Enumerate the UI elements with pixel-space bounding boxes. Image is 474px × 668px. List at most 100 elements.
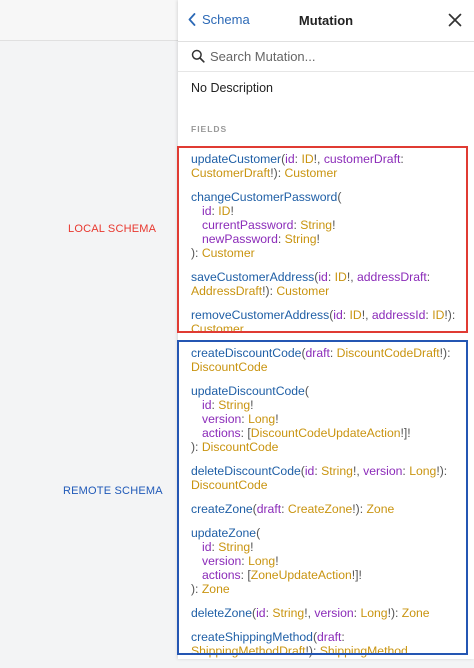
type-link[interactable]: String xyxy=(300,218,332,232)
doc-explorer-panel: Schema Mutation No Description FIELDS up… xyxy=(178,0,474,659)
search-input[interactable] xyxy=(210,48,450,64)
argument-name: id xyxy=(256,606,266,620)
field-name[interactable]: removeCustomerAddress xyxy=(191,308,329,322)
search-icon xyxy=(191,49,205,63)
mutation-field[interactable]: updateCustomer(id: ID!, customerDraft: Cu… xyxy=(191,152,466,180)
punctuation: !]! xyxy=(351,568,362,582)
mutation-field[interactable]: createDiscountCode(draft: DiscountCodeDr… xyxy=(191,346,466,374)
punctuation: ): xyxy=(191,582,202,596)
field-name[interactable]: updateCustomer xyxy=(191,152,281,166)
type-link[interactable]: DiscountCode xyxy=(202,440,279,454)
close-icon[interactable] xyxy=(448,13,462,27)
signature-line: ): Zone xyxy=(191,582,466,596)
type-link[interactable]: Customer xyxy=(284,166,337,180)
argument-name: draft xyxy=(317,630,342,644)
punctuation: !): xyxy=(352,502,367,516)
type-link[interactable]: Zone xyxy=(202,582,230,596)
argument-name: addressDraft xyxy=(356,270,427,284)
type-link[interactable]: ID xyxy=(432,308,444,322)
type-link[interactable]: Long xyxy=(248,554,275,568)
punctuation: !]! xyxy=(400,426,411,440)
field-name[interactable]: deleteDiscountCode xyxy=(191,464,301,478)
type-link[interactable]: Customer xyxy=(276,284,329,298)
mutation-field[interactable]: removeCustomerAddress(id: ID!, addressId… xyxy=(191,308,466,336)
argument-name: newPassword xyxy=(202,232,278,246)
type-link[interactable]: ID xyxy=(335,270,347,284)
signature-line: id: String! xyxy=(191,398,466,412)
type-link[interactable]: Customer xyxy=(202,246,255,260)
signature-line: saveCustomerAddress(id: ID!, addressDraf… xyxy=(191,270,466,284)
punctuation: : xyxy=(329,346,337,360)
argument-name: id xyxy=(318,270,328,284)
type-link[interactable]: Long xyxy=(360,606,387,620)
signature-line: createDiscountCode(draft: DiscountCodeDr… xyxy=(191,346,466,360)
argument-name: draft xyxy=(256,502,282,516)
argument-name: currentPassword xyxy=(202,218,294,232)
argument-name: customerDraft xyxy=(323,152,401,166)
type-link[interactable]: ShippingMethodDraft xyxy=(191,644,306,658)
type-link[interactable]: Customer xyxy=(191,322,244,336)
signature-line: DiscountCode xyxy=(191,478,466,492)
type-link[interactable]: String xyxy=(218,398,250,412)
type-link[interactable]: Long xyxy=(409,464,436,478)
argument-name: version xyxy=(202,554,242,568)
chevron-left-icon xyxy=(188,13,196,26)
punctuation: ! xyxy=(230,204,234,218)
signature-line: actions: [DiscountCodeUpdateAction!]! xyxy=(191,426,466,440)
type-link[interactable]: String xyxy=(321,464,353,478)
signature-line: actions: [ZoneUpdateAction!]! xyxy=(191,568,466,582)
field-name[interactable]: saveCustomerAddress xyxy=(191,270,314,284)
type-link[interactable]: Zone xyxy=(402,606,430,620)
type-link[interactable]: DiscountCode xyxy=(191,360,268,374)
argument-name: version xyxy=(363,464,403,478)
punctuation: ! xyxy=(250,540,254,554)
punctuation: !): xyxy=(387,606,402,620)
type-link[interactable]: String xyxy=(285,232,317,246)
back-to-schema-button[interactable]: Schema xyxy=(188,12,250,27)
type-link[interactable]: ZoneUpdateAction xyxy=(251,568,352,582)
mutation-field[interactable]: createShippingMethod(draft: ShippingMetho… xyxy=(191,630,466,658)
type-link[interactable]: ID xyxy=(301,152,313,166)
signature-line: ): DiscountCode xyxy=(191,440,466,454)
mutation-field[interactable]: saveCustomerAddress(id: ID!, addressDraf… xyxy=(191,270,466,298)
signature-line: createZone(draft: CreateZone!): Zone xyxy=(191,502,466,516)
punctuation: !): xyxy=(444,308,456,322)
punctuation: ): xyxy=(191,440,202,454)
field-name[interactable]: createZone xyxy=(191,502,253,516)
field-name[interactable]: updateDiscountCode xyxy=(191,384,305,398)
type-link[interactable]: DiscountCodeDraft xyxy=(337,346,440,360)
field-name[interactable]: deleteZone xyxy=(191,606,252,620)
type-link[interactable]: Long xyxy=(248,412,275,426)
punctuation: ! xyxy=(275,554,279,568)
type-link[interactable]: CustomerDraft xyxy=(191,166,270,180)
type-link[interactable]: String xyxy=(218,540,250,554)
signature-line: currentPassword: String! xyxy=(191,218,466,232)
mutation-field[interactable]: updateDiscountCode(id: String! version: L… xyxy=(191,384,466,454)
argument-name: id xyxy=(202,398,212,412)
mutation-field[interactable]: createZone(draft: CreateZone!): Zone xyxy=(191,502,466,516)
field-name[interactable]: createShippingMethod xyxy=(191,630,313,644)
field-name[interactable]: updateZone xyxy=(191,526,256,540)
argument-name: version xyxy=(314,606,354,620)
type-link[interactable]: CreateZone xyxy=(288,502,352,516)
punctuation: : xyxy=(342,308,350,322)
type-link[interactable]: ID xyxy=(350,308,362,322)
field-name[interactable]: changeCustomerPassword xyxy=(191,190,337,204)
mutation-field[interactable]: deleteZone(id: String!, version: Long!):… xyxy=(191,606,466,620)
type-link[interactable]: DiscountCode xyxy=(191,478,268,492)
type-link[interactable]: AddressDraft xyxy=(191,284,262,298)
mutation-field[interactable]: updateZone(id: String! version: Long! acti… xyxy=(191,526,466,596)
mutation-field[interactable]: changeCustomerPassword(id: ID! currentPas… xyxy=(191,190,466,260)
signature-line: updateDiscountCode( xyxy=(191,384,466,398)
type-link[interactable]: Zone xyxy=(366,502,394,516)
type-link[interactable]: ShippingMethod xyxy=(320,644,408,658)
punctuation: ! xyxy=(332,218,336,232)
remote-schema-label: REMOTE SCHEMA xyxy=(63,485,163,497)
field-name[interactable]: createDiscountCode xyxy=(191,346,301,360)
type-link[interactable]: ID xyxy=(218,204,230,218)
mutation-field[interactable]: deleteDiscountCode(id: String!, version:… xyxy=(191,464,466,492)
type-link[interactable]: DiscountCodeUpdateAction xyxy=(251,426,401,440)
punctuation: : xyxy=(327,270,335,284)
punctuation: !): xyxy=(270,166,285,180)
type-link[interactable]: String xyxy=(272,606,304,620)
